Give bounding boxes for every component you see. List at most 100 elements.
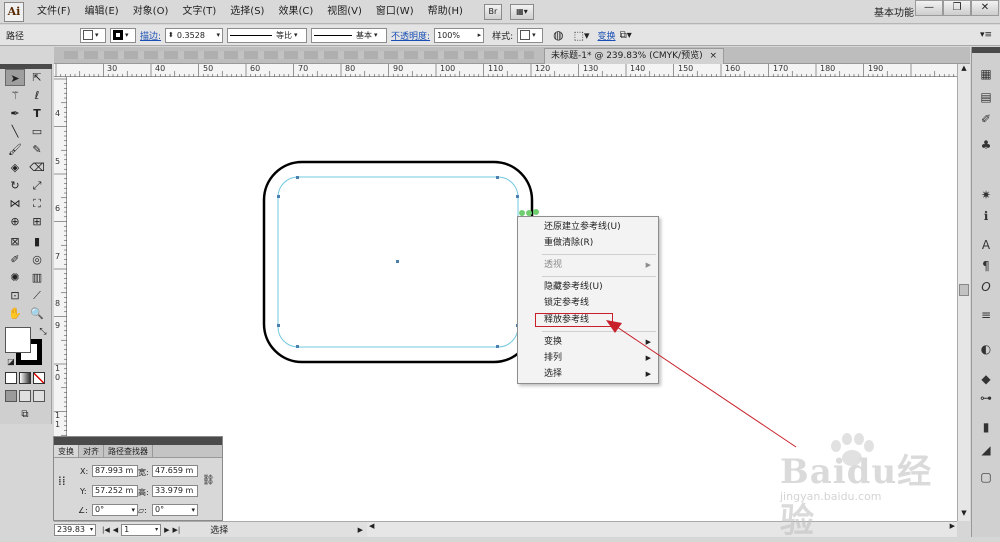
character-panel-icon[interactable]: A [977, 237, 995, 254]
document-tab[interactable]: 未标题-1* @ 239.83% (CMYK/预览) × [544, 48, 725, 64]
brushes-panel-icon[interactable]: ✐ [977, 111, 995, 128]
artboard-number-field[interactable]: 1 ▾ [121, 523, 162, 536]
menu-item-redo-clear[interactable]: 重做清除(R) [518, 235, 658, 251]
next-artboard-icon[interactable]: ▶ [164, 526, 169, 534]
layers-panel-icon[interactable]: ◆ [977, 371, 995, 388]
graphic-styles-panel-icon[interactable]: ▢ [977, 469, 995, 486]
links-panel-icon[interactable]: ⊶ [977, 390, 995, 407]
menu-view[interactable]: 视图(V) [320, 0, 369, 24]
minimize-button[interactable]: — [915, 0, 943, 16]
color-mode-icon[interactable] [5, 372, 17, 384]
horizontal-ruler[interactable]: 30 40 50 60 70 80 90 100 110 120 130 140… [54, 64, 970, 77]
menu-object[interactable]: 对象(O) [126, 0, 176, 24]
stroke-color-dropdown[interactable]: ▾ [110, 27, 136, 43]
y-field[interactable]: 57.252 m [92, 485, 138, 497]
dock-grip[interactable] [972, 47, 1000, 53]
rotate-tool-icon[interactable]: ↻ [5, 177, 25, 194]
none-mode-icon[interactable] [33, 372, 45, 384]
blend-tool-icon[interactable]: ◎ [27, 251, 47, 268]
draw-normal-icon[interactable] [5, 390, 17, 402]
menu-item-undo-create-guides[interactable]: 还原建立参考线(U) [518, 219, 658, 235]
screen-mode-icon[interactable]: ⧉ [15, 406, 35, 423]
slice-tool-icon[interactable]: ⟋ [27, 287, 47, 304]
swap-colors-icon[interactable]: ⤡ [33, 324, 53, 341]
symbol-sprayer-tool-icon[interactable]: ✺ [5, 269, 25, 286]
zoom-tool-icon[interactable]: 🔍 [27, 305, 47, 322]
line-tool-icon[interactable]: ╲ [5, 123, 25, 140]
menu-select[interactable]: 选择(S) [223, 0, 271, 24]
last-artboard-icon[interactable]: ▶| [173, 526, 181, 534]
scale-tool-icon[interactable]: ⤢ [27, 177, 47, 194]
variable-width-profile[interactable]: 等比 ▾ [227, 27, 308, 43]
menu-item-arrange[interactable]: 排列 ▶ [518, 350, 658, 366]
column-graph-tool-icon[interactable]: ▥ [27, 269, 47, 286]
shear-field[interactable]: 0° ▾ [152, 504, 198, 516]
appearance-panel-icon[interactable]: ◐ [977, 341, 995, 358]
type-tool-icon[interactable]: T [27, 105, 47, 122]
zoom-level-field[interactable]: 239.83 ▾ [54, 523, 96, 536]
color-panel-icon[interactable]: ▦ [977, 66, 995, 83]
eraser-tool-icon[interactable]: ⌫ [27, 159, 47, 176]
artboard-tool-icon[interactable]: ⊡ [5, 287, 25, 304]
symbols-panel-icon[interactable]: ♣ [977, 137, 995, 154]
transform-panel-link[interactable]: 变换 [598, 29, 616, 42]
transparency-panel-icon[interactable]: ◢ [977, 442, 995, 459]
prev-artboard-icon[interactable]: ◀ [113, 526, 118, 534]
info-panel-icon[interactable]: ℹ [977, 208, 995, 225]
bridge-button[interactable]: Br [483, 3, 502, 20]
reference-point-icon[interactable]: ⁞⁞ [58, 473, 74, 489]
gradient-panel-icon[interactable]: ▮ [977, 419, 995, 436]
first-artboard-icon[interactable]: |◀ [102, 526, 110, 534]
stroke-panel-icon[interactable]: ≡ [977, 307, 995, 324]
scroll-up-arrow-icon[interactable]: ▲ [958, 64, 970, 76]
constrain-proportions-icon[interactable]: ⛓ [202, 475, 215, 486]
menu-window[interactable]: 窗口(W) [369, 0, 421, 24]
rectangle-tool-icon[interactable]: ▭ [27, 123, 47, 140]
menu-file[interactable]: 文件(F) [30, 0, 78, 24]
tab-transform[interactable]: 变换 [54, 445, 79, 457]
width-tool-icon[interactable]: ⋈ [5, 195, 25, 212]
panel-menu-icon[interactable]: ▾≡ [980, 30, 992, 40]
panel-header[interactable] [54, 437, 222, 445]
menu-effect[interactable]: 效果(C) [271, 0, 320, 24]
draw-behind-icon[interactable] [19, 390, 31, 402]
align-options-icon[interactable]: ⬚▾ [574, 29, 590, 42]
perspective-grid-tool-icon[interactable]: ⊞ [27, 213, 47, 230]
menu-item-select[interactable]: 选择 ▶ [518, 366, 658, 382]
stroke-panel-link[interactable]: 描边: [140, 29, 161, 42]
paintbrush-tool-icon[interactable]: 🖌 [5, 141, 25, 158]
default-colors-icon[interactable]: ◪ [1, 353, 21, 370]
menu-item-perspective[interactable]: 透视 ▶ [518, 257, 658, 273]
menu-item-hide-guides[interactable]: 隐藏参考线(U) [518, 279, 658, 295]
selection-tool-icon[interactable]: ➤ [5, 69, 25, 86]
fill-color-swatch[interactable] [5, 327, 31, 353]
height-field[interactable]: 33.979 m [152, 485, 198, 497]
scroll-left-arrow-icon[interactable]: ◀ [369, 522, 374, 530]
brush-definition[interactable]: 基本 ▾ [311, 27, 388, 43]
close-window-button[interactable]: ✕ [971, 0, 999, 16]
width-field[interactable]: 47.659 m [152, 465, 198, 477]
swatches-panel-icon[interactable]: ▤ [977, 89, 995, 106]
blob-brush-tool-icon[interactable]: ◈ [5, 159, 25, 176]
tab-align[interactable]: 对齐 [79, 445, 104, 457]
workspace-switcher[interactable]: 基本功能 [874, 4, 914, 19]
pencil-tool-icon[interactable]: ✎ [27, 141, 47, 158]
magic-wand-tool-icon[interactable]: ⚚ [5, 87, 25, 104]
x-field[interactable]: 87.993 m [92, 465, 138, 477]
paragraph-panel-icon[interactable]: ¶ [977, 258, 995, 275]
pen-tool-icon[interactable]: ✒ [5, 105, 25, 122]
rotate-field[interactable]: 0° ▾ [92, 504, 138, 516]
free-transform-tool-icon[interactable]: ⛶ [27, 195, 47, 212]
sun-panel-icon[interactable]: ✷ [977, 187, 995, 204]
gradient-mode-icon[interactable] [19, 372, 31, 384]
menu-edit[interactable]: 编辑(E) [78, 0, 126, 24]
stroke-weight-field[interactable]: ⬍ 0.3528 ▾ [165, 27, 224, 43]
opacity-panel-link[interactable]: 不透明度: [391, 29, 430, 42]
opentype-panel-icon[interactable]: O [977, 279, 995, 296]
recolor-artwork-icon[interactable]: ◍ [553, 28, 563, 42]
lasso-tool-icon[interactable]: ℓ [27, 87, 47, 104]
menu-item-lock-guides[interactable]: 锁定参考线 [518, 295, 658, 311]
direct-selection-tool-icon[interactable]: ⇱ [27, 69, 47, 86]
graphic-style-dropdown[interactable]: ▾ [517, 27, 544, 43]
tab-pathfinder[interactable]: 路径查找器 [104, 445, 153, 457]
